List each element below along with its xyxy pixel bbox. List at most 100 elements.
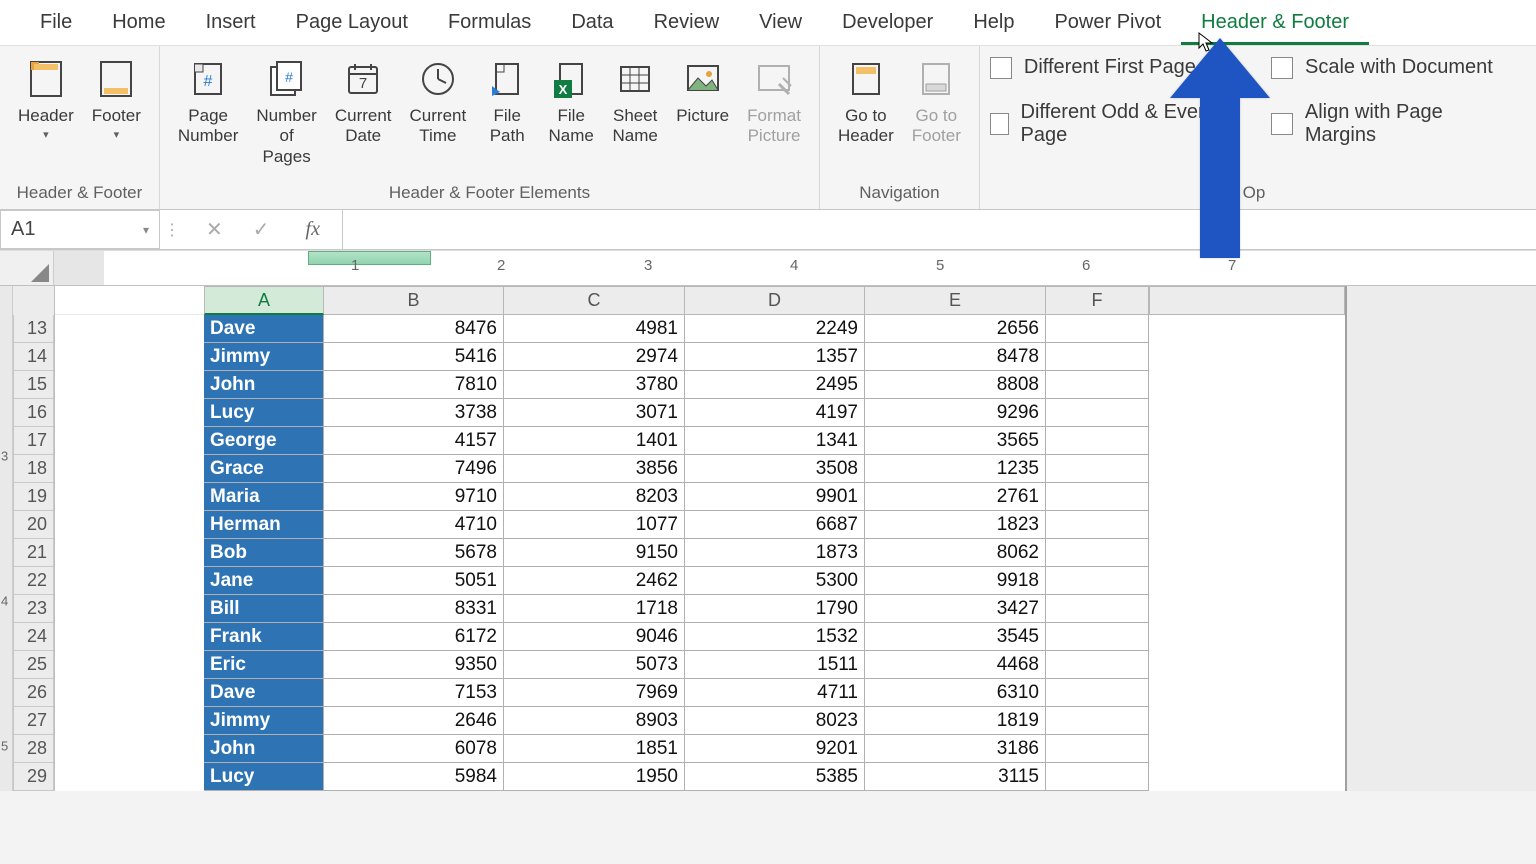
cell[interactable] — [1046, 315, 1149, 343]
cell[interactable]: Bob — [204, 539, 324, 567]
cell[interactable]: 5051 — [324, 567, 504, 595]
cell[interactable]: 3565 — [865, 427, 1046, 455]
cell[interactable] — [1046, 455, 1149, 483]
cell[interactable]: 8023 — [685, 707, 865, 735]
row-header[interactable]: 17 — [13, 427, 54, 455]
header-dropdown[interactable]: Header ▾ — [10, 52, 82, 145]
cell[interactable]: 8331 — [324, 595, 504, 623]
cell[interactable] — [1046, 679, 1149, 707]
cell[interactable]: 3508 — [685, 455, 865, 483]
cell[interactable]: 2462 — [504, 567, 685, 595]
cell[interactable]: 9350 — [324, 651, 504, 679]
checkbox-scale-with-document[interactable]: Scale with Document — [1271, 56, 1518, 79]
cell[interactable]: 1532 — [685, 623, 865, 651]
cell[interactable]: 2761 — [865, 483, 1046, 511]
cell[interactable]: 2974 — [504, 343, 685, 371]
cell[interactable]: 4197 — [685, 399, 865, 427]
cell[interactable]: 3738 — [324, 399, 504, 427]
cell[interactable]: 2249 — [685, 315, 865, 343]
cell[interactable]: 9710 — [324, 483, 504, 511]
cell[interactable]: 8903 — [504, 707, 685, 735]
cell[interactable]: 3115 — [865, 763, 1046, 791]
cell[interactable]: 5385 — [685, 763, 865, 791]
sheet-name-button[interactable]: Sheet Name — [604, 52, 666, 151]
fx-icon[interactable]: fx — [306, 218, 320, 241]
cell[interactable]: 8476 — [324, 315, 504, 343]
footer-dropdown[interactable]: Footer ▾ — [84, 52, 149, 145]
tab-insert[interactable]: Insert — [186, 0, 276, 45]
name-box[interactable]: A1▾ — [0, 210, 160, 249]
cell[interactable]: 1823 — [865, 511, 1046, 539]
column-header-f[interactable]: F — [1046, 286, 1149, 315]
cell[interactable] — [1046, 707, 1149, 735]
goto-header-button[interactable]: Go to Header — [830, 52, 902, 151]
cell[interactable] — [1046, 371, 1149, 399]
picture-button[interactable]: Picture — [668, 52, 737, 130]
cell[interactable] — [1046, 567, 1149, 595]
cell[interactable]: 9296 — [865, 399, 1046, 427]
tab-page-layout[interactable]: Page Layout — [276, 0, 428, 45]
cell[interactable]: Lucy — [204, 399, 324, 427]
cell[interactable]: Frank — [204, 623, 324, 651]
cell[interactable]: George — [204, 427, 324, 455]
cell[interactable]: 3071 — [504, 399, 685, 427]
cell[interactable]: 1718 — [504, 595, 685, 623]
cell[interactable]: 8203 — [504, 483, 685, 511]
row-header[interactable]: 15 — [13, 371, 54, 399]
row-header[interactable]: 13 — [13, 315, 54, 343]
cell[interactable]: 3186 — [865, 735, 1046, 763]
tab-file[interactable]: File — [20, 0, 92, 45]
cell[interactable]: 9201 — [685, 735, 865, 763]
cell[interactable]: 8808 — [865, 371, 1046, 399]
cell[interactable]: Grace — [204, 455, 324, 483]
cell[interactable] — [1046, 399, 1149, 427]
cell[interactable]: John — [204, 371, 324, 399]
cell[interactable]: 7969 — [504, 679, 685, 707]
cell[interactable] — [1046, 427, 1149, 455]
cell[interactable]: 4710 — [324, 511, 504, 539]
column-header-c[interactable]: C — [504, 286, 685, 315]
formula-bar[interactable] — [342, 210, 1536, 249]
cell[interactable] — [1046, 539, 1149, 567]
current-date-button[interactable]: 7Current Date — [327, 52, 400, 151]
cell[interactable]: Eric — [204, 651, 324, 679]
cell[interactable]: Maria — [204, 483, 324, 511]
select-all-triangle[interactable] — [0, 251, 54, 285]
row-header[interactable]: 24 — [13, 623, 54, 651]
column-header-d[interactable]: D — [685, 286, 865, 315]
checkbox-align-with-margins[interactable]: Align with Page Margins — [1271, 101, 1518, 147]
cell[interactable]: 1511 — [685, 651, 865, 679]
tab-formulas[interactable]: Formulas — [428, 0, 551, 45]
cell[interactable]: 2656 — [865, 315, 1046, 343]
cell[interactable]: John — [204, 735, 324, 763]
cell[interactable]: 3427 — [865, 595, 1046, 623]
cell[interactable]: 1341 — [685, 427, 865, 455]
row-header[interactable]: 16 — [13, 399, 54, 427]
cell[interactable]: 5416 — [324, 343, 504, 371]
cell[interactable]: Lucy — [204, 763, 324, 791]
cell[interactable] — [1046, 623, 1149, 651]
cell[interactable]: Herman — [204, 511, 324, 539]
cell[interactable]: Jimmy — [204, 343, 324, 371]
cell[interactable]: 7153 — [324, 679, 504, 707]
column-header-b[interactable]: B — [324, 286, 504, 315]
cell[interactable]: 5984 — [324, 763, 504, 791]
cell[interactable]: 6687 — [685, 511, 865, 539]
cell[interactable]: Bill — [204, 595, 324, 623]
row-header[interactable]: 26 — [13, 679, 54, 707]
row-header[interactable]: 29 — [13, 763, 54, 791]
split-handle[interactable]: ⋮ — [160, 220, 184, 240]
cell[interactable]: 8062 — [865, 539, 1046, 567]
cell[interactable]: 4711 — [685, 679, 865, 707]
current-time-button[interactable]: Current Time — [402, 52, 475, 151]
tab-data[interactable]: Data — [551, 0, 633, 45]
enter-icon[interactable]: ✓ — [253, 217, 270, 242]
goto-footer-button[interactable]: Go to Footer — [904, 52, 969, 151]
row-header[interactable]: 19 — [13, 483, 54, 511]
cell[interactable]: 3545 — [865, 623, 1046, 651]
cell[interactable]: 4468 — [865, 651, 1046, 679]
cell[interactable]: 8478 — [865, 343, 1046, 371]
cell[interactable]: 6310 — [865, 679, 1046, 707]
cell[interactable]: 1357 — [685, 343, 865, 371]
tab-review[interactable]: Review — [634, 0, 740, 45]
